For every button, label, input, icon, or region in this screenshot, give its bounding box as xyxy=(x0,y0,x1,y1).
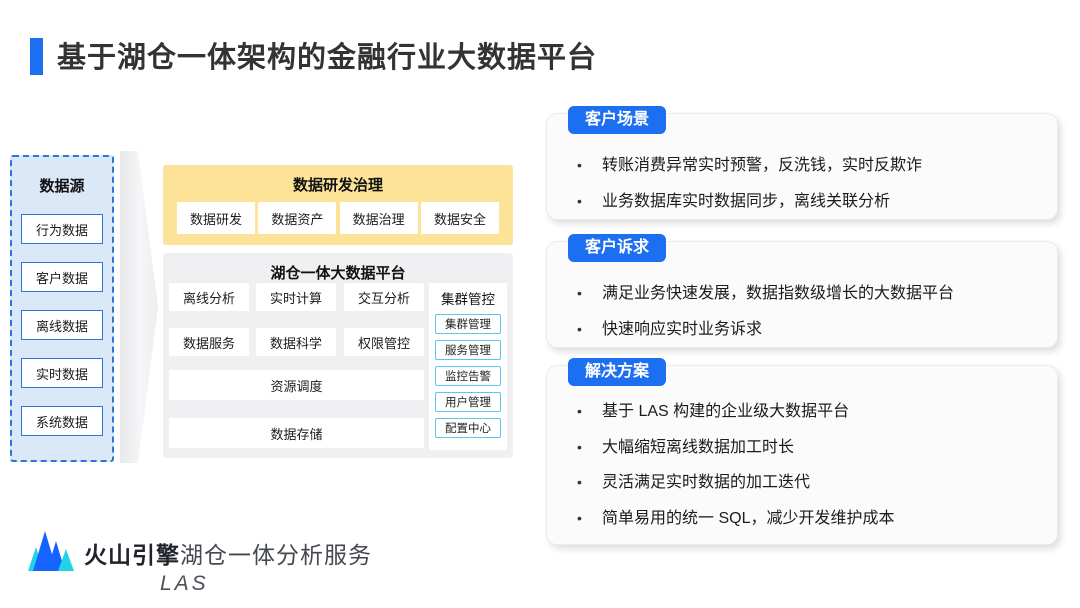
bullet-item: 快速响应实时业务诉求 xyxy=(547,312,1057,348)
solution-card: 解决方案 基于 LAS 构建的企业级大数据平台 大幅缩短离线数据加工时长 灵活满… xyxy=(546,358,1058,545)
governance-title: 数据研发治理 xyxy=(292,177,383,194)
bullet-item: 基于 LAS 构建的企业级大数据平台 xyxy=(547,394,1057,430)
bullet-item: 灵活满足实时数据的加工迭代 xyxy=(547,465,1057,501)
data-sources-title: 数据源 xyxy=(39,178,85,195)
page-title: 基于湖仓一体架构的金融行业大数据平台 xyxy=(57,42,598,74)
platform-module: 交互分析 xyxy=(344,283,424,311)
bullet-item: 转账消费异常实时预警，反洗钱，实时反欺诈 xyxy=(547,148,1057,184)
title-accent-bar xyxy=(30,38,43,75)
brand-line: 火山引擎湖仓一体分析服务 xyxy=(84,536,372,570)
governance-item: 数据安全 xyxy=(420,202,499,234)
customer-scenario-card: 客户场景 转账消费异常实时预警，反洗钱，实时反欺诈 业务数据库实时数据同步，离线… xyxy=(546,106,1058,220)
data-source-item: 行为数据 xyxy=(21,214,103,244)
platform-module: 数据服务 xyxy=(169,328,249,356)
brand-name: 火山引擎 xyxy=(84,542,180,568)
cluster-control-item: 服务管理 xyxy=(435,340,501,360)
cluster-control-item: 集群管理 xyxy=(435,314,501,334)
platform-title: 湖仓一体大数据平台 xyxy=(270,265,406,282)
volcengine-logo-icon xyxy=(28,531,74,571)
data-sources-panel: 数据源 行为数据 客户数据 离线数据 实时数据 系统数据 xyxy=(10,155,114,462)
governance-item: 数据资产 xyxy=(258,202,337,234)
solution-bullets: 基于 LAS 构建的企业级大数据平台 大幅缩短离线数据加工时长 灵活满足实时数据… xyxy=(547,366,1057,536)
governance-row: 数据研发 数据资产 数据治理 数据安全 xyxy=(163,202,513,234)
solution-badge: 解决方案 xyxy=(568,358,667,386)
cluster-control-item: 用户管理 xyxy=(435,392,501,412)
cluster-control-item: 监控告警 xyxy=(435,366,501,386)
data-source-item: 客户数据 xyxy=(21,262,103,292)
platform-section: 湖仓一体大数据平台 离线分析 实时计算 交互分析 数据服务 数据科学 权限管控 … xyxy=(163,253,513,458)
data-source-item: 实时数据 xyxy=(21,358,103,388)
bullet-item: 满足业务快速发展，数据指数级增长的大数据平台 xyxy=(547,276,1057,312)
platform-module: 权限管控 xyxy=(344,328,424,356)
governance-section: 数据研发治理 数据研发 数据资产 数据治理 数据安全 xyxy=(163,165,513,245)
customer-scenario-badge: 客户场景 xyxy=(568,106,667,134)
flow-arrow xyxy=(120,151,158,463)
bullet-item: 简单易用的统一 SQL，减少开发维护成本 xyxy=(547,501,1057,537)
platform-module: 实时计算 xyxy=(256,283,336,311)
product-abbr: LAS xyxy=(160,572,209,595)
customer-demand-card: 客户诉求 满足业务快速发展，数据指数级增长的大数据平台 快速响应实时业务诉求 xyxy=(546,234,1058,348)
platform-module-wide: 数据存储 xyxy=(169,418,424,448)
cluster-control-title: 集群管控 xyxy=(441,292,495,307)
bullet-item: 业务数据库实时数据同步，离线关联分析 xyxy=(547,184,1057,220)
cluster-control-item: 配置中心 xyxy=(435,418,501,438)
bullet-item: 大幅缩短离线数据加工时长 xyxy=(547,430,1057,466)
platform-module: 数据科学 xyxy=(256,328,336,356)
product-name: 湖仓一体分析服务 xyxy=(180,542,372,568)
governance-item: 数据研发 xyxy=(177,202,255,234)
data-source-item: 离线数据 xyxy=(21,310,103,340)
governance-item: 数据治理 xyxy=(339,202,418,234)
customer-demand-badge: 客户诉求 xyxy=(568,234,667,262)
cluster-control-panel: 集群管控 集群管理 服务管理 监控告警 用户管理 配置中心 xyxy=(429,283,507,450)
data-source-item: 系统数据 xyxy=(21,406,103,436)
platform-module-wide: 资源调度 xyxy=(169,370,424,400)
platform-module: 离线分析 xyxy=(169,283,249,311)
